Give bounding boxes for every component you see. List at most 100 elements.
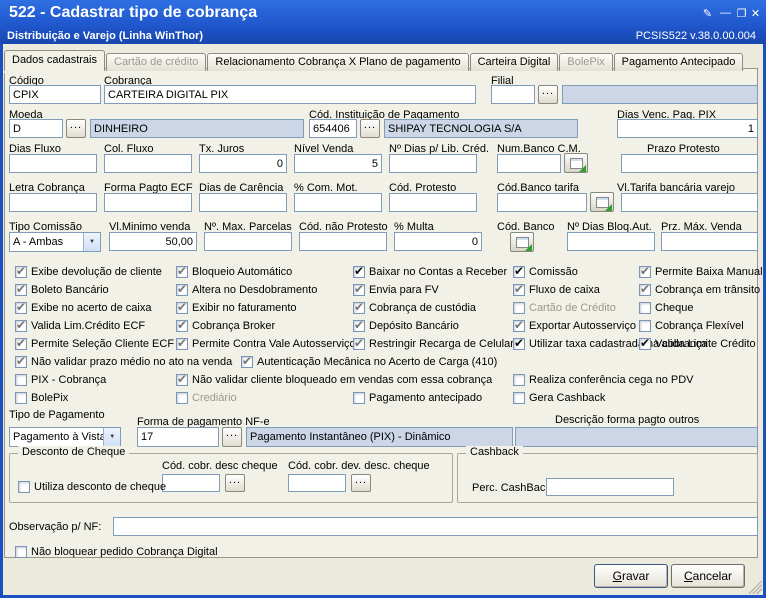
checkbox-fluxo-de-caixa[interactable]: Fluxo de caixa	[513, 282, 600, 296]
dias-carencia-input[interactable]	[199, 193, 287, 212]
checkbox-box	[176, 300, 188, 314]
checkbox-cheque[interactable]: Cheque	[639, 301, 694, 314]
checkbox-comissao[interactable]: Comissão	[513, 264, 578, 278]
checkbox-deposito-bancario[interactable]: Depósito Bancário	[353, 318, 459, 332]
checkbox-cobranca-broker[interactable]: Cobrança Broker	[176, 318, 275, 332]
moeda-input[interactable]	[9, 119, 63, 138]
resize-grip[interactable]	[748, 580, 762, 594]
checkbox-nao-validar-cliente-bloqueado[interactable]: Não validar cliente bloqueado em vendas …	[176, 372, 492, 386]
desc-outros-label: Descrição forma pagto outros	[555, 414, 700, 426]
moeda-lookup-button[interactable]: ...	[66, 119, 86, 138]
cod-desc-cheque-input[interactable]	[162, 474, 220, 492]
nivel-venda-input[interactable]	[294, 154, 382, 173]
num-banco-cm-grid-button[interactable]	[564, 153, 588, 173]
filial-input[interactable]	[491, 85, 535, 104]
cod-banco-tarifa-grid-button[interactable]	[590, 192, 614, 212]
cod-banco-grid-button[interactable]	[510, 232, 534, 252]
checkbox-nao-bloquear-pedido[interactable]: Não bloquear pedido Cobrança Digital	[15, 545, 218, 558]
checkbox-permite-selecao-cliente-ecf[interactable]: Permite Seleção Cliente ECF	[15, 336, 174, 350]
checkbox-envia-para-fv[interactable]: Envia para FV	[353, 282, 439, 296]
tab-pagamento-antecipado[interactable]: Pagamento Antecipado	[613, 53, 744, 71]
cod-desc-cheque-label: Cód. cobr. desc cheque	[162, 460, 278, 472]
checkbox-bloqueio-automatico[interactable]: Bloqueio Automático	[176, 264, 292, 278]
tx-juros-input[interactable]	[199, 154, 287, 173]
tipo-pagamento-select[interactable]: Pagamento à Vista ▼	[9, 427, 121, 447]
checkbox-box	[513, 318, 525, 332]
dias-lib-cred-input[interactable]	[389, 154, 477, 173]
checkbox-exportar-autosservico[interactable]: Exportar Autosserviço	[513, 318, 636, 332]
checkbox-cobranca-em-transito[interactable]: Cobrança em trânsito	[639, 282, 760, 296]
checkbox-box	[513, 301, 525, 314]
prz-max-input[interactable]	[661, 232, 758, 251]
checkbox-box	[15, 282, 27, 296]
num-banco-cm-input[interactable]	[497, 154, 561, 173]
cod-banco-tarifa-input[interactable]	[497, 193, 587, 212]
instituicao-input[interactable]	[309, 119, 357, 138]
prazo-protesto-input[interactable]	[621, 154, 758, 173]
checkbox-box	[176, 336, 188, 350]
checkbox-valida-limite-credito[interactable]: Valida Limite Crédito	[639, 336, 756, 350]
instituicao-lookup-button[interactable]: ...	[360, 119, 380, 138]
checkbox-permite-baixa-manual[interactable]: Permite Baixa Manual	[639, 264, 763, 278]
tab-dados-cadastrais[interactable]: Dados cadastrais	[4, 50, 105, 71]
forma-pagto-ecf-input[interactable]	[104, 193, 192, 212]
col-fluxo-input[interactable]	[104, 154, 192, 173]
codigo-input[interactable]	[9, 85, 101, 104]
checkbox-restringir-recarga[interactable]: Restringir Recarga de Celular	[353, 336, 514, 350]
cod-dev-cheque-lookup-button[interactable]: ...	[351, 474, 371, 492]
close-icon[interactable]: ✕	[748, 6, 763, 20]
checkbox-gera-cashback[interactable]: Gera Cashback	[513, 391, 605, 404]
minimize-icon[interactable]: —	[718, 6, 733, 20]
tab-carteira-digital[interactable]: Carteira Digital	[469, 53, 559, 71]
checkbox-exibe-acerto-caixa[interactable]: Exibe no acerto de caixa	[15, 300, 151, 314]
cancelar-button[interactable]: Cancelar	[671, 564, 745, 588]
checkbox-boleto-bancario[interactable]: Boleto Bancário	[15, 282, 109, 296]
checkbox-pix-cobranca[interactable]: PIX - Cobrança	[15, 373, 106, 386]
checkbox-bolepix[interactable]: BolePix	[15, 391, 68, 404]
letra-cobranca-input[interactable]	[9, 193, 97, 212]
checkbox-crediario: Crediário	[176, 391, 237, 404]
max-parcelas-input[interactable]	[204, 232, 292, 251]
obs-input[interactable]	[113, 517, 758, 536]
vl-tarifa-input[interactable]	[621, 193, 758, 212]
perc-cashback-input[interactable]	[546, 478, 674, 496]
checkbox-realiza-conferencia-cega[interactable]: Realiza conferência cega no PDV	[513, 373, 693, 386]
checkbox-box	[176, 318, 188, 332]
filial-lookup-button[interactable]: ...	[538, 85, 558, 104]
checkbox-pagamento-antecipado[interactable]: Pagamento antecipado	[353, 391, 482, 404]
tipo-pagamento-value: Pagamento à Vista	[13, 431, 104, 443]
forma-nfe-input[interactable]	[137, 427, 219, 447]
checkbox-valida-lim-credito-ecf[interactable]: Valida Lim.Crédito ECF	[15, 318, 145, 332]
cod-dev-cheque-input[interactable]	[288, 474, 346, 492]
chevron-down-icon: ▼	[103, 428, 120, 446]
checkbox-utiliza-desconto-cheque[interactable]: Utiliza desconto de cheque	[18, 480, 166, 493]
checkbox-exibir-faturamento[interactable]: Exibir no faturamento	[176, 300, 297, 314]
tab-relacionamento-cobranca[interactable]: Relacionamento Cobrança X Plano de pagam…	[207, 53, 469, 71]
multa-input[interactable]	[394, 232, 482, 251]
checkbox-altera-desdobramento[interactable]: Altera no Desdobramento	[176, 282, 317, 296]
checkbox-exibe-devolucao-cliente[interactable]: Exibe devolução de cliente	[15, 264, 162, 278]
pencil-icon[interactable]: ✎	[700, 6, 715, 20]
checkbox-box	[513, 264, 525, 278]
checkbox-nao-validar-prazo-medio[interactable]: Não validar prazo médio no ato na venda	[15, 354, 232, 368]
checkbox-permite-contra-vale[interactable]: Permite Contra Vale Autosserviço	[176, 336, 356, 350]
gravar-button[interactable]: Gravar	[594, 564, 668, 588]
cod-protesto-input[interactable]	[389, 193, 477, 212]
cod-desc-cheque-lookup-button[interactable]: ...	[225, 474, 245, 492]
dias-bloq-input[interactable]	[567, 232, 655, 251]
checkbox-cobranca-custodia[interactable]: Cobrança de custódia	[353, 300, 476, 314]
forma-nfe-lookup-button[interactable]: ...	[222, 427, 242, 447]
checkbox-cobranca-flexivel[interactable]: Cobrança Flexível	[639, 319, 744, 332]
checkbox-autenticacao-mecanica[interactable]: Autenticação Mecânica no Acerto de Carga…	[241, 354, 497, 368]
perc-cashback-label: Perc. CashBack	[472, 482, 551, 494]
checkbox-baixar-contas-receber[interactable]: Baixar no Contas a Receber	[353, 264, 507, 278]
dias-fluxo-input[interactable]	[9, 154, 97, 173]
tipo-comissao-select[interactable]: A - Ambas ▼	[9, 232, 101, 252]
tab-bolepix: BolePix	[559, 53, 613, 71]
cod-nao-protesto-input[interactable]	[299, 232, 387, 251]
vl-minimo-input[interactable]	[109, 232, 197, 251]
maximize-icon[interactable]: ❐	[734, 6, 749, 20]
com-mot-input[interactable]	[294, 193, 382, 212]
cobranca-input[interactable]	[104, 85, 476, 104]
dias-venc-pix-input[interactable]	[617, 119, 758, 138]
